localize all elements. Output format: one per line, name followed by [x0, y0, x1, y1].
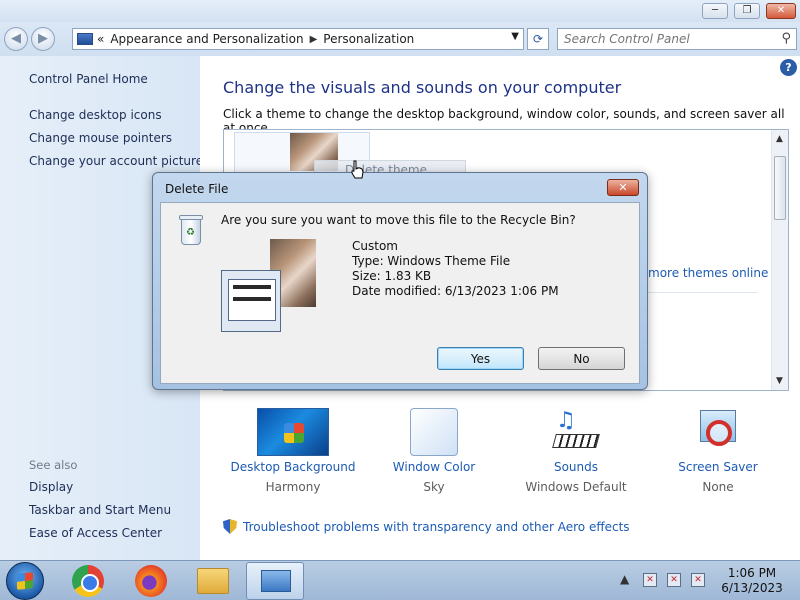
- breadcrumb-separator-icon[interactable]: ▶: [310, 34, 318, 45]
- desktop-background-setting[interactable]: Desktop Background Harmony: [228, 408, 358, 494]
- refresh-button[interactable]: ⟳: [527, 28, 549, 50]
- screen-saver-label[interactable]: Screen Saver: [653, 460, 783, 474]
- control-panel-taskbar-button[interactable]: [246, 562, 304, 600]
- desktop-background-icon: [257, 408, 329, 456]
- change-account-picture-link[interactable]: Change your account picture: [29, 154, 203, 168]
- window-color-icon: [410, 408, 458, 456]
- file-info: Custom Type: Windows Theme File Size: 1.…: [352, 239, 559, 299]
- window-color-setting[interactable]: Window Color Sky: [369, 408, 499, 494]
- breadcrumb-chevrons[interactable]: «: [97, 32, 104, 46]
- minimize-button[interactable]: ─: [702, 3, 728, 19]
- file-date-modified: Date modified: 6/13/2023 1:06 PM: [352, 284, 559, 298]
- action-center-icon[interactable]: ✕: [643, 573, 657, 587]
- start-button[interactable]: [6, 562, 44, 600]
- control-panel-home-link[interactable]: Control Panel Home: [29, 72, 148, 86]
- address-dropdown-icon[interactable]: ▼: [511, 31, 519, 42]
- file-size: Size: 1.83 KB: [352, 269, 432, 283]
- dialog-close-button[interactable]: ✕: [607, 179, 639, 196]
- change-mouse-pointers-link[interactable]: Change mouse pointers: [29, 131, 172, 145]
- screen-saver-icon: [694, 408, 742, 456]
- file-name: Custom: [352, 239, 398, 253]
- yes-button[interactable]: Yes: [437, 347, 524, 370]
- theme-file-icon: [221, 270, 281, 332]
- see-also-heading: See also: [29, 458, 78, 472]
- troubleshoot-link[interactable]: Troubleshoot problems with transparency …: [223, 519, 630, 534]
- sounds-value: Windows Default: [525, 480, 627, 494]
- file-explorer-icon[interactable]: [197, 568, 229, 594]
- navigation-bar: ◀ ▶ « Appearance and Personalization ▶ P…: [0, 22, 800, 56]
- network-icon[interactable]: ✕: [667, 573, 681, 587]
- maximize-button[interactable]: ❐: [734, 3, 760, 19]
- taskbar-start-menu-link[interactable]: Taskbar and Start Menu: [29, 503, 171, 517]
- breadcrumb-personalization[interactable]: Personalization: [323, 32, 414, 46]
- volume-muted-icon[interactable]: ✕: [691, 573, 705, 587]
- delete-file-dialog: Delete File ✕ ♻ Are you sure you want to…: [152, 172, 648, 390]
- breadcrumb-appearance[interactable]: Appearance and Personalization: [110, 32, 303, 46]
- get-more-themes-link[interactable]: more themes online: [648, 266, 768, 280]
- dialog-question: Are you sure you want to move this file …: [221, 213, 576, 227]
- ease-of-access-link[interactable]: Ease of Access Center: [29, 526, 162, 540]
- window-color-label[interactable]: Window Color: [369, 460, 499, 474]
- change-desktop-icons-link[interactable]: Change desktop icons: [29, 108, 162, 122]
- search-input[interactable]: [558, 29, 768, 49]
- troubleshoot-link-label[interactable]: Troubleshoot problems with transparency …: [243, 520, 630, 534]
- back-button[interactable]: ◀: [4, 27, 28, 51]
- scroll-thumb[interactable]: [774, 156, 786, 220]
- control-panel-taskbar-icon: [261, 570, 291, 592]
- theme-list-scrollbar[interactable]: ▲ ▼: [771, 130, 788, 390]
- tray-expand-icon[interactable]: ▲: [620, 572, 629, 586]
- scroll-down-icon[interactable]: ▼: [776, 376, 783, 386]
- window-color-value: Sky: [423, 480, 445, 494]
- close-button[interactable]: ✕: [766, 3, 796, 19]
- file-type: Type: Windows Theme File: [352, 254, 511, 268]
- clock-time: 1:06 PM: [727, 566, 777, 580]
- divider: [644, 292, 758, 293]
- search-icon[interactable]: ⚲: [781, 31, 791, 46]
- dialog-title: Delete File: [165, 182, 229, 196]
- display-link[interactable]: Display: [29, 480, 73, 494]
- system-clock[interactable]: 1:06 PM 6/13/2023: [712, 566, 792, 596]
- hand-cursor-icon: [351, 160, 364, 179]
- screen-saver-value: None: [702, 480, 734, 494]
- page-title: Change the visuals and sounds on your co…: [223, 78, 622, 97]
- shield-icon: [223, 519, 237, 534]
- window-titlebar: ─ ❐ ✕: [0, 0, 800, 22]
- chrome-icon[interactable]: [72, 565, 104, 597]
- clock-date: 6/13/2023: [721, 581, 783, 595]
- windows-logo-icon: [17, 572, 33, 590]
- recycle-bin-icon: ♻: [178, 213, 204, 247]
- search-box[interactable]: ⚲: [557, 28, 797, 50]
- screen-saver-setting[interactable]: Screen Saver None: [653, 408, 783, 494]
- sounds-icon: ♫: [552, 408, 600, 456]
- help-icon[interactable]: ?: [780, 59, 797, 76]
- forward-button[interactable]: ▶: [31, 27, 55, 51]
- taskbar: ▲ ✕ ✕ ✕ 1:06 PM 6/13/2023: [0, 560, 800, 600]
- control-panel-icon: [77, 33, 93, 45]
- scroll-up-icon[interactable]: ▲: [776, 134, 783, 144]
- sounds-label[interactable]: Sounds: [511, 460, 641, 474]
- no-button[interactable]: No: [538, 347, 625, 370]
- desktop-background-label[interactable]: Desktop Background: [228, 460, 358, 474]
- dialog-body: ♻ Are you sure you want to move this fil…: [160, 202, 640, 384]
- firefox-icon[interactable]: [135, 565, 167, 597]
- address-bar[interactable]: « Appearance and Personalization ▶ Perso…: [72, 28, 524, 50]
- sounds-setting[interactable]: ♫ Sounds Windows Default: [511, 408, 641, 494]
- desktop-background-value: Harmony: [265, 480, 321, 494]
